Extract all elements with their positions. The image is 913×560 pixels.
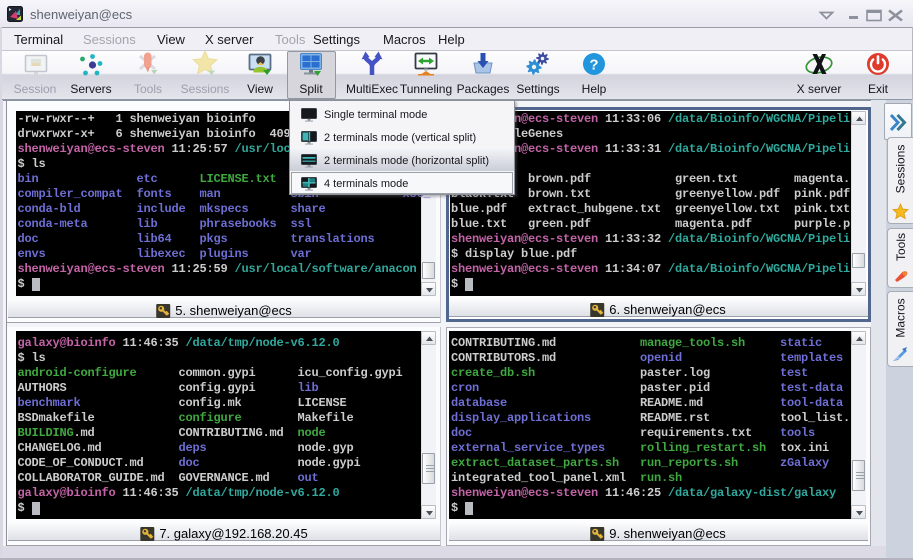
svg-text:?: ? [589,57,598,74]
